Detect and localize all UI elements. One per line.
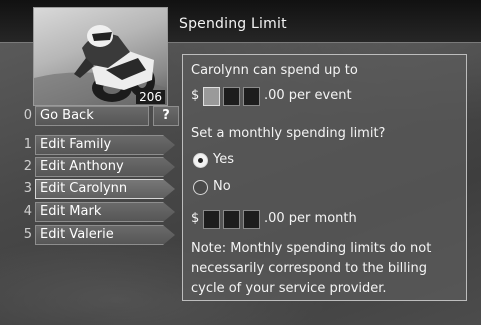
radio-yes[interactable]: [193, 153, 208, 168]
option-no[interactable]: No: [191, 179, 271, 197]
menu-number: 0: [23, 108, 32, 123]
screen-title: Spending Limit: [179, 16, 287, 32]
menu-row-anthony: 2 Edit Anthony: [4, 157, 184, 177]
per-event-amount-row: $ .00 per event: [191, 87, 461, 107]
per-event-digit-2[interactable]: [223, 87, 240, 106]
menu-row-mark: 4 Edit Mark: [4, 202, 184, 222]
per-month-digit-3[interactable]: [243, 210, 260, 229]
edit-valerie-button[interactable]: Edit Valerie: [35, 225, 175, 245]
per-month-amount-row: $ .00 per month: [191, 210, 461, 230]
menu-number: 2: [23, 159, 32, 174]
currency-symbol: $: [191, 88, 200, 103]
monthly-limit-question: Set a monthly spending limit?: [191, 126, 386, 141]
screen: Spending Limit 206 0 Go Back ? 1 Edit Fa…: [0, 0, 481, 325]
currency-symbol: $: [191, 211, 200, 226]
per-event-label: Carolynn can spend up to: [191, 63, 358, 78]
menu-number: 3: [23, 181, 32, 196]
edit-anthony-button[interactable]: Edit Anthony: [35, 157, 175, 177]
option-no-label: No: [213, 179, 231, 194]
channel-thumbnail: 206: [33, 7, 168, 106]
help-button[interactable]: ?: [153, 106, 179, 126]
radio-no[interactable]: [193, 180, 208, 195]
per-month-suffix: .00 per month: [264, 211, 357, 226]
spending-limit-panel: Carolynn can spend up to $ .00 per event…: [182, 54, 467, 301]
menu-number: 5: [23, 227, 32, 242]
per-event-digit-1[interactable]: [203, 87, 220, 106]
per-event-digit-3[interactable]: [243, 87, 260, 106]
per-event-suffix: .00 per event: [264, 88, 352, 103]
menu-row-valerie: 5 Edit Valerie: [4, 225, 184, 245]
per-month-digit-1[interactable]: [203, 210, 220, 229]
edit-carolynn-button[interactable]: Edit Carolynn: [35, 179, 175, 199]
menu-number: 4: [23, 204, 32, 219]
edit-mark-button[interactable]: Edit Mark: [35, 202, 175, 222]
billing-note: Note: Monthly spending limits do not nec…: [191, 241, 432, 296]
option-yes-label: Yes: [213, 152, 234, 167]
per-month-digit-2[interactable]: [223, 210, 240, 229]
menu-row-family: 1 Edit Family: [4, 135, 184, 155]
option-yes[interactable]: Yes: [191, 152, 271, 170]
go-back-button[interactable]: Go Back: [35, 106, 149, 126]
menu-row-carolynn: 3 Edit Carolynn: [4, 179, 184, 199]
menu-row-go-back: 0 Go Back ?: [4, 106, 184, 126]
menu-number: 1: [23, 137, 32, 152]
edit-family-button[interactable]: Edit Family: [35, 135, 175, 155]
channel-number: 206: [136, 90, 165, 104]
